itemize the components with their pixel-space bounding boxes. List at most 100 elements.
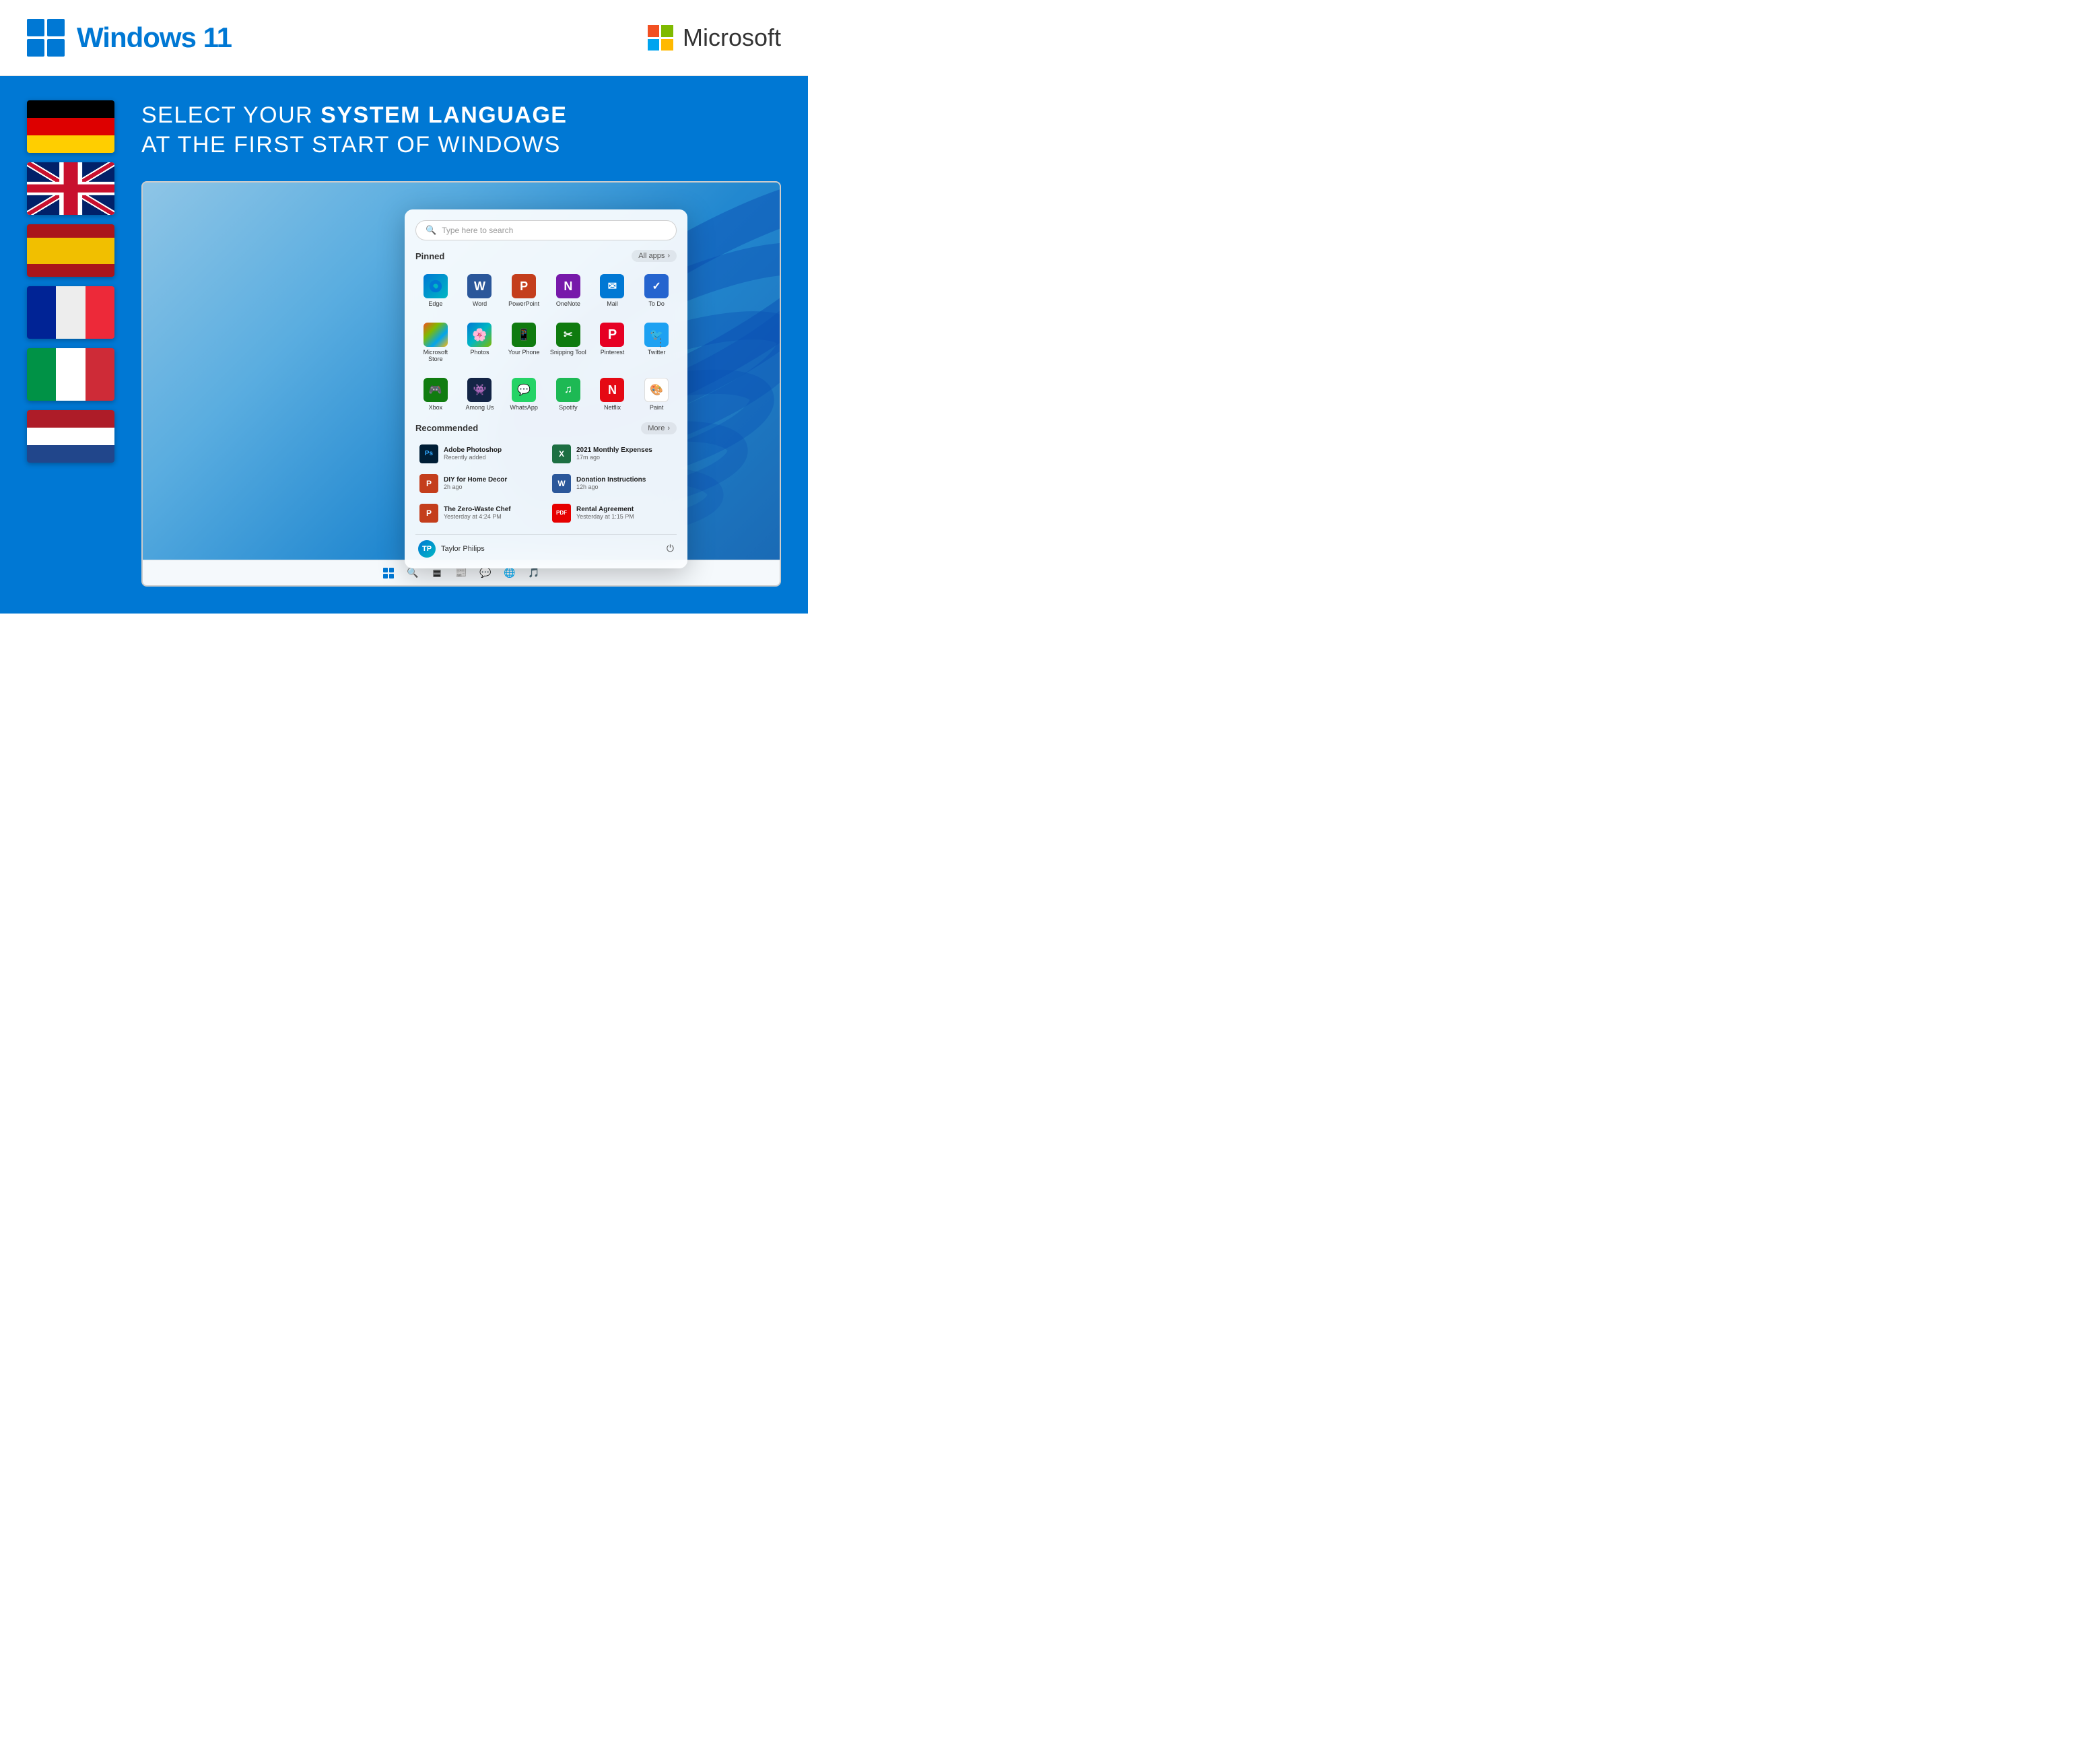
rec-donation[interactable]: W Donation Instructions 12h ago — [548, 471, 677, 496]
search-icon: 🔍 — [426, 225, 436, 236]
flag-it-col1 — [27, 348, 56, 401]
header: Windows 11 Microsoft — [0, 0, 808, 76]
photoshop-name: Adobe Photoshop — [444, 447, 540, 454]
flag-netherlands[interactable] — [27, 410, 114, 463]
rec-diy[interactable]: P DIY for Home Decor 2h ago — [415, 471, 544, 496]
flag-de-stripe2 — [27, 118, 114, 135]
donation-info: Donation Instructions 12h ago — [576, 476, 673, 490]
headline-line2: AT THE FIRST START OF WINDOWS — [141, 130, 781, 160]
msstore-label: Microsoft Store — [417, 350, 454, 363]
todo-label: To Do — [648, 301, 665, 308]
flag-de-stripe1 — [27, 100, 114, 118]
recommended-header: Recommended More › — [415, 422, 677, 434]
among-icon: 👾 — [467, 378, 492, 402]
rec-zerowaste[interactable]: P The Zero-Waste Chef Yesterday at 4:24 … — [415, 500, 544, 526]
flag-fr-col2 — [56, 286, 85, 339]
app-whatsapp[interactable]: 💬 WhatsApp — [504, 374, 544, 416]
flag-italy[interactable] — [27, 348, 114, 401]
taskbar-win-tile3 — [383, 574, 388, 579]
powerpoint-label: PowerPoint — [508, 301, 539, 308]
app-msstore[interactable]: Microsoft Store — [415, 319, 456, 367]
user-info[interactable]: TP Taylor Philips — [418, 540, 485, 558]
pinned-label: Pinned — [415, 251, 444, 261]
flag-it-col3 — [86, 348, 114, 401]
zerowaste-icon: P — [419, 504, 438, 523]
rec-rental[interactable]: PDF Rental Agreement Yesterday at 1:15 P… — [548, 500, 677, 526]
app-paint[interactable]: 🎨 Paint — [636, 374, 677, 416]
ms-tile-green — [661, 25, 673, 37]
app-grid-row2-wrap: Microsoft Store 🌸 Photos 📱 Your Phone — [415, 319, 677, 367]
search-bar[interactable]: 🔍 Type here to search — [415, 220, 677, 240]
power-button[interactable]: ⏻ — [667, 543, 674, 554]
app-word[interactable]: W Word — [460, 270, 500, 312]
expenses-icon: X — [552, 444, 571, 463]
win-logo-tile-br — [47, 39, 65, 57]
search-placeholder-text: Type here to search — [442, 226, 513, 235]
spotify-icon: ♫ — [556, 378, 580, 402]
pinned-apps-row1: Edge W Word P PowerPoint N — [415, 270, 677, 312]
ms-tile-blue — [648, 39, 660, 51]
app-snipping[interactable]: ✂ Snipping Tool — [548, 319, 588, 367]
todo-icon: ✓ — [644, 274, 669, 298]
app-mail[interactable]: ✉ Mail — [592, 270, 633, 312]
user-avatar: TP — [418, 540, 436, 558]
recommended-label: Recommended — [415, 423, 478, 433]
flag-it-col2 — [56, 348, 85, 401]
user-name: Taylor Philips — [441, 545, 485, 553]
all-apps-button[interactable]: All apps › — [632, 250, 677, 262]
win-logo-tile-tl — [27, 19, 44, 36]
desktop-background: 🔍 Type here to search Pinned All apps › — [143, 183, 780, 560]
xbox-icon: 🎮 — [424, 378, 448, 402]
flag-uk[interactable] — [27, 162, 114, 215]
flag-uk-inner — [27, 162, 114, 215]
windows-logo — [27, 19, 65, 57]
rental-icon: PDF — [552, 504, 571, 523]
header-brand-right: Microsoft — [648, 24, 781, 52]
app-xbox[interactable]: 🎮 Xbox — [415, 374, 456, 416]
right-content: SELECT YOUR SYSTEM LANGUAGE AT THE FIRST… — [141, 100, 781, 587]
flag-france[interactable] — [27, 286, 114, 339]
xbox-label: Xbox — [429, 405, 443, 411]
app-grid-row1-wrap: Edge W Word P PowerPoint N — [415, 270, 677, 312]
taskbar-win-tile1 — [383, 568, 388, 572]
start-menu: 🔍 Type here to search Pinned All apps › — [405, 209, 687, 568]
app-photos[interactable]: 🌸 Photos — [460, 319, 500, 367]
microsoft-logo — [648, 25, 673, 51]
onenote-label: OneNote — [556, 301, 580, 308]
snipping-label: Snipping Tool — [550, 350, 586, 356]
onenote-icon: N — [556, 274, 580, 298]
app-powerpoint[interactable]: P PowerPoint — [504, 270, 544, 312]
paint-label: Paint — [650, 405, 664, 411]
more-button[interactable]: More › — [641, 422, 677, 434]
spotify-label: Spotify — [559, 405, 578, 411]
taskbar-win-tile4 — [389, 574, 394, 579]
donation-icon: W — [552, 474, 571, 493]
app-onenote[interactable]: N OneNote — [548, 270, 588, 312]
ms-tile-yellow — [661, 39, 673, 51]
app-yourphone[interactable]: 📱 Your Phone — [504, 319, 544, 367]
app-pinterest[interactable]: P Pinterest — [592, 319, 633, 367]
app-edge[interactable]: Edge — [415, 270, 456, 312]
mail-icon: ✉ — [600, 274, 624, 298]
taskbar-start-icon[interactable] — [380, 565, 397, 581]
rec-expenses[interactable]: X 2021 Monthly Expenses 17m ago — [548, 441, 677, 467]
flag-germany[interactable] — [27, 100, 114, 153]
diy-info: DIY for Home Decor 2h ago — [444, 476, 540, 490]
rental-info: Rental Agreement Yesterday at 1:15 PM — [576, 506, 673, 520]
app-spotify[interactable]: ♫ Spotify — [548, 374, 588, 416]
rec-photoshop[interactable]: Ps Adobe Photoshop Recently added — [415, 441, 544, 467]
photoshop-info: Adobe Photoshop Recently added — [444, 447, 540, 461]
photoshop-sub: Recently added — [444, 454, 540, 461]
chevron-right-icon: › — [667, 252, 670, 260]
flag-uk-cross-v-red — [64, 162, 78, 215]
app-among[interactable]: 👾 Among Us — [460, 374, 500, 416]
win-logo-tile-tr — [47, 19, 65, 36]
app-todo[interactable]: ✓ To Do — [636, 270, 677, 312]
word-icon: W — [467, 274, 492, 298]
snipping-icon: ✂ — [556, 323, 580, 347]
blue-section: SELECT YOUR SYSTEM LANGUAGE AT THE FIRST… — [0, 76, 808, 614]
ms-tile-red — [648, 25, 660, 37]
app-netflix[interactable]: N Netflix — [592, 374, 633, 416]
edge-icon — [424, 274, 448, 298]
flag-spain[interactable] — [27, 224, 114, 277]
